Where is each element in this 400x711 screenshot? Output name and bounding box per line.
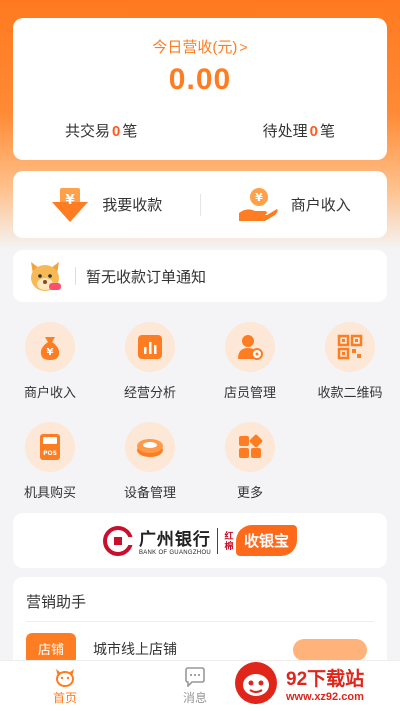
- notice-text: 暂无收款订单通知: [86, 268, 207, 286]
- svg-text:POS: POS: [43, 450, 57, 457]
- more-icon: [225, 422, 275, 472]
- notice-divider: [75, 267, 76, 285]
- money-bag-icon: ¥: [25, 322, 75, 372]
- grid-label-device-management: 设备管理: [123, 485, 176, 500]
- revenue-stats: 共交易 0 笔 待处理 0 笔: [13, 120, 387, 141]
- tab-message-label: 消息: [182, 690, 207, 705]
- device-icon: [125, 422, 175, 472]
- bank-english-name: BANK OF GUANGZHOU: [138, 550, 212, 556]
- revenue-card[interactable]: 今日营收(元) > 0.00 共交易 0 笔 待处理 0 笔: [13, 18, 387, 160]
- divider: [26, 621, 374, 622]
- grid-item-pos-purchase[interactable]: POS 机具购买: [0, 418, 100, 518]
- bank-name: 广州银行: [138, 530, 211, 549]
- grid-item-merchant-income[interactable]: ¥ 商户收入: [0, 318, 100, 418]
- grid-item-staff-management[interactable]: 店员管理: [200, 318, 300, 418]
- grid-item-business-analysis[interactable]: 经营分析: [100, 318, 200, 418]
- watermark-logo-icon: [235, 662, 277, 704]
- revenue-title[interactable]: 今日营收(元) >: [13, 36, 387, 57]
- pending-count-suffix: 笔: [319, 123, 335, 140]
- store-text[interactable]: 城市线上店铺: [93, 639, 177, 659]
- yuan-download-icon: ¥: [52, 187, 89, 222]
- collect-payment-button[interactable]: ¥ 我要收款: [13, 171, 200, 238]
- home-dog-icon: [56, 668, 74, 687]
- tab-home[interactable]: 首页: [0, 661, 130, 711]
- pending-count-prefix: 待处理: [262, 123, 308, 140]
- bank-logo-icon: [102, 525, 133, 556]
- bank-banner[interactable]: 广州银行 BANK OF GUANGZHOU 红棉 收银宝: [13, 513, 387, 568]
- qrcode-icon: [325, 322, 375, 372]
- staff-icon: [225, 322, 275, 372]
- order-notice[interactable]: 暂无收款订单通知: [13, 250, 387, 302]
- watermark-url: www.xz92.com: [286, 690, 364, 703]
- marketing-title: 营销助手: [26, 594, 87, 611]
- grid-label-more: 更多: [236, 485, 263, 500]
- merchant-income-button[interactable]: ¥ 商户收入: [201, 171, 388, 238]
- bank-product: 收银宝: [236, 525, 298, 556]
- trade-count[interactable]: 共交易 0 笔: [65, 120, 137, 141]
- message-icon: [185, 666, 205, 687]
- grid-item-more[interactable]: 更多: [200, 418, 300, 518]
- chart-icon: [125, 322, 175, 372]
- revenue-title-label: 今日营收(元): [152, 39, 238, 56]
- svg-text:¥: ¥: [47, 347, 54, 358]
- grid-label-staff-management: 店员管理: [223, 385, 276, 400]
- dog-mascot-icon: [31, 262, 61, 291]
- grid-label-merchant-income: 商户收入: [23, 385, 76, 400]
- quick-actions: ¥ 我要收款 ¥ 商户收入: [13, 171, 387, 238]
- pending-count-value: 0: [309, 123, 318, 140]
- collect-payment-label: 我要收款: [102, 197, 163, 214]
- grid-label-payment-qrcode: 收款二维码: [317, 385, 383, 400]
- watermark-texts: 92下载站 www.xz92.com: [286, 664, 364, 703]
- tab-home-label: 首页: [52, 690, 77, 705]
- site-watermark: 92下载站 www.xz92.com: [232, 655, 400, 711]
- grid-item-device-management[interactable]: 设备管理: [100, 418, 200, 518]
- grid-item-payment-qrcode[interactable]: 收款二维码: [300, 318, 400, 418]
- function-grid: ¥ 商户收入 经营分析 店员管理 收款二维码 POS 机具购买 设备管理 更多: [0, 318, 400, 518]
- trade-count-value: 0: [112, 123, 121, 140]
- revenue-amount: 0.00: [168, 63, 232, 96]
- chevron-right-icon: >: [239, 39, 248, 55]
- bank-name-block: 广州银行 BANK OF GUANGZHOU: [139, 525, 211, 556]
- pos-icon: POS: [25, 422, 75, 472]
- grid-label-pos-purchase: 机具购买: [23, 485, 76, 500]
- hand-coin-icon: ¥: [238, 187, 278, 221]
- trade-count-prefix: 共交易: [65, 123, 111, 140]
- trade-count-suffix: 笔: [122, 123, 138, 140]
- pending-count[interactable]: 待处理 0 笔: [263, 120, 335, 141]
- bank-separator: [217, 527, 219, 554]
- watermark-title: 92下载站: [286, 668, 365, 690]
- merchant-income-label: 商户收入: [290, 197, 351, 214]
- bank-tag: 红棉: [224, 530, 234, 551]
- grid-label-business-analysis: 经营分析: [123, 385, 176, 400]
- svg-text:¥: ¥: [255, 191, 263, 204]
- svg-text:¥: ¥: [66, 193, 75, 208]
